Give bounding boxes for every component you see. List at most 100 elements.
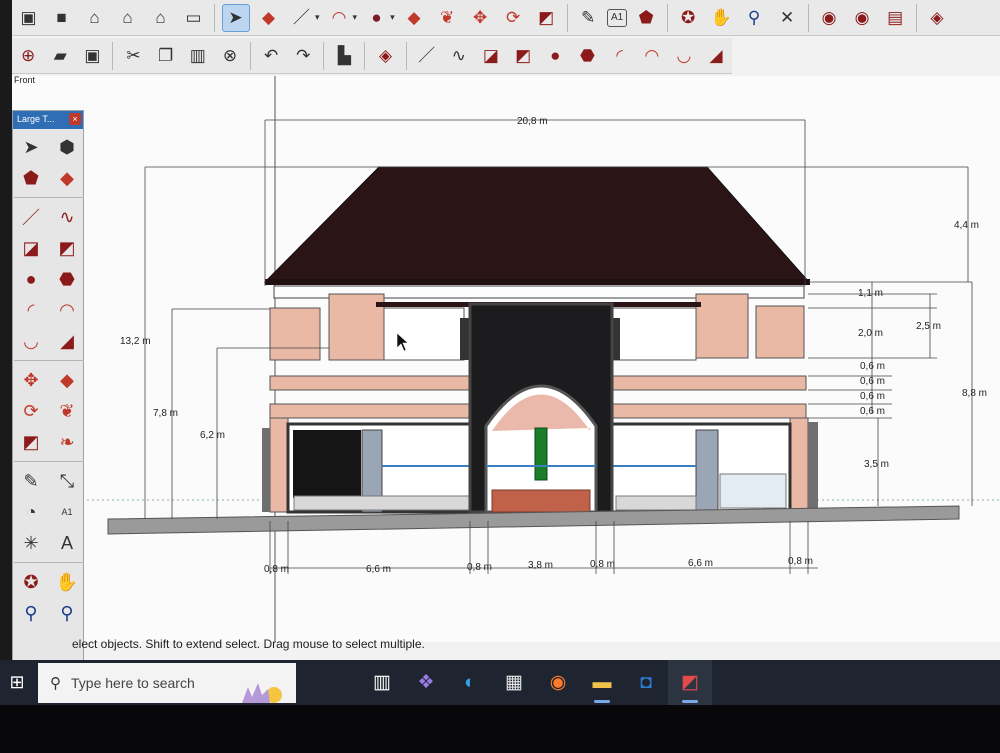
taskbar-search-box[interactable]: ⚲ Type here to search	[38, 662, 296, 703]
select-icon[interactable]: ➤	[221, 3, 250, 32]
new-icon[interactable]: ⊕	[15, 42, 42, 70]
redo-icon[interactable]: ↷	[290, 42, 317, 70]
arc-icon[interactable]: ◠	[325, 4, 353, 32]
rotate-icon[interactable]: ⟳	[499, 4, 527, 32]
house-icon[interactable]: ⌂	[114, 4, 142, 32]
tape-measure-icon[interactable]: ✎	[574, 4, 602, 32]
scale-icon[interactable]: ◩	[16, 428, 46, 456]
rectangle-icon[interactable]: ◪	[16, 234, 46, 262]
select-icon[interactable]: ➤	[16, 133, 46, 161]
polygon-icon[interactable]: ⬣	[52, 265, 82, 293]
eraser-icon[interactable]: ◆	[52, 164, 82, 192]
pan-icon[interactable]: ✋	[707, 4, 735, 32]
dimension-icon[interactable]: ⤡	[52, 467, 82, 495]
zoom-icon[interactable]: ⚲	[16, 599, 46, 627]
print-icon[interactable]: ▙	[331, 42, 358, 70]
paint-bucket-icon[interactable]: ⬟	[16, 164, 46, 192]
palette-close-button[interactable]: ×	[69, 113, 81, 125]
follow-me-icon[interactable]: ❦	[52, 397, 82, 425]
line-icon[interactable]: ／	[16, 203, 46, 231]
three-point-arc-icon[interactable]: ◡	[16, 327, 46, 355]
push-pull-icon[interactable]: ◆	[52, 366, 82, 394]
copy-icon[interactable]: ❐	[152, 42, 179, 70]
eraser-icon[interactable]: ◆	[255, 4, 283, 32]
edit-toolbar: ⊕ ▰ ▣ ✂ ❐ ▥ ⊗ ↶ ↷ ▙ ◈ ／ ∿ ◪ ◩ ● ⬣ ◜ ◠ ◡ …	[12, 38, 732, 74]
move-icon[interactable]: ✥	[16, 366, 46, 394]
rotate-icon[interactable]: ⟳	[16, 397, 46, 425]
pencil-icon[interactable]: ／	[288, 4, 316, 32]
axes-icon[interactable]: ✳	[16, 529, 46, 557]
drawing-viewport[interactable]: 20,8 m 4,4 m 13,2 m 8,8 m 7,8 m 6,2 m 1,…	[12, 76, 1000, 642]
toolbar-separator	[323, 41, 325, 70]
open-icon[interactable]: ▰	[47, 42, 74, 70]
circle-icon[interactable]: ●	[16, 265, 46, 293]
pan-icon[interactable]: ✋	[52, 568, 82, 596]
dim-top-width: 20,8 m	[517, 116, 548, 127]
follow-me-icon[interactable]: ❦	[433, 4, 461, 32]
file-explorer-icon[interactable]: ▬	[580, 660, 624, 705]
arc-icon[interactable]: ◜	[606, 42, 633, 70]
zoom-extents-icon[interactable]: ⚲	[52, 599, 82, 627]
store-icon[interactable]: ▦	[492, 660, 536, 705]
extension-icon[interactable]: ◈	[923, 4, 951, 32]
windows-start-icon[interactable]: ⊞	[0, 663, 34, 703]
offset-icon[interactable]: ❧	[52, 428, 82, 456]
freehand-icon[interactable]: ∿	[52, 203, 82, 231]
undo-icon[interactable]: ↶	[258, 42, 285, 70]
pencil-dropdown-icon[interactable]: ▾	[315, 12, 320, 23]
next-view-icon[interactable]: ◉	[848, 4, 876, 32]
scene-tab-front[interactable]: Front	[14, 75, 35, 85]
palette-title[interactable]: Large T... ×	[13, 111, 83, 129]
zoom-extents-icon[interactable]: ✕	[773, 4, 801, 32]
sketchup-icon[interactable]: ◩	[668, 660, 712, 705]
rotated-rectangle-icon[interactable]: ◩	[510, 42, 537, 70]
pie-icon[interactable]: ◢	[702, 42, 729, 70]
rotated-rectangle-icon[interactable]: ◩	[52, 234, 82, 262]
scale-icon[interactable]: ◩	[532, 4, 560, 32]
text-icon[interactable]: A1	[607, 8, 628, 27]
tape-measure-icon[interactable]: ✎	[16, 467, 46, 495]
firefox-icon[interactable]: ◉	[536, 660, 580, 705]
previous-view-icon[interactable]: ◉	[815, 4, 843, 32]
copilot-icon[interactable]: ❖	[404, 660, 448, 705]
zoom-icon[interactable]: ⚲	[740, 4, 768, 32]
two-point-arc-icon[interactable]: ◠	[638, 42, 665, 70]
warehouse-icon[interactable]: ▤	[881, 4, 909, 32]
box-icon[interactable]: ▣	[15, 4, 43, 32]
push-pull-icon[interactable]: ◆	[400, 4, 428, 32]
circle-icon[interactable]: ●	[542, 42, 569, 70]
save-icon[interactable]: ▣	[79, 42, 106, 70]
freehand-icon[interactable]: ∿	[445, 42, 472, 70]
line-icon[interactable]: ／	[413, 42, 440, 70]
two-point-arc-icon[interactable]: ◠	[52, 296, 82, 324]
house-outline-icon[interactable]: ⌂	[147, 4, 175, 32]
polygon-icon[interactable]: ⬣	[574, 42, 601, 70]
orbit-icon[interactable]: ✪	[16, 568, 46, 596]
task-view-icon[interactable]: ▥	[360, 660, 404, 705]
paste-icon[interactable]: ▥	[184, 42, 211, 70]
text-icon[interactable]: A1	[52, 498, 82, 526]
upper-panel	[269, 307, 321, 361]
cut-icon[interactable]: ✂	[120, 42, 147, 70]
paint-bucket-icon[interactable]: ⬟	[632, 4, 660, 32]
move-icon[interactable]: ✥	[466, 4, 494, 32]
3d-text-icon[interactable]: A	[52, 529, 82, 557]
arc-dropdown-icon[interactable]: ▾	[353, 12, 358, 23]
circle-icon[interactable]: ●	[363, 4, 391, 32]
cube-icon[interactable]: ■	[48, 4, 76, 32]
model-info-icon[interactable]: ◈	[372, 42, 399, 70]
three-point-arc-icon[interactable]: ◡	[670, 42, 697, 70]
outlook-icon[interactable]: ◘	[624, 660, 668, 705]
component-icon[interactable]: ⬢	[52, 133, 82, 161]
delete-icon[interactable]: ⊗	[216, 42, 243, 70]
arc-icon[interactable]: ◜	[16, 296, 46, 324]
home-icon[interactable]: ⌂	[81, 4, 109, 32]
circle-dropdown-icon[interactable]: ▾	[390, 12, 395, 23]
orbit-icon[interactable]: ✪	[674, 4, 702, 32]
pie-icon[interactable]: ◢	[52, 327, 82, 355]
folder-icon[interactable]: ▭	[180, 4, 208, 32]
toolbar-separator	[915, 3, 917, 32]
protractor-icon[interactable]: ◔	[16, 498, 46, 526]
rectangle-icon[interactable]: ◪	[477, 42, 504, 70]
edge-icon[interactable]: ◐	[448, 660, 492, 705]
